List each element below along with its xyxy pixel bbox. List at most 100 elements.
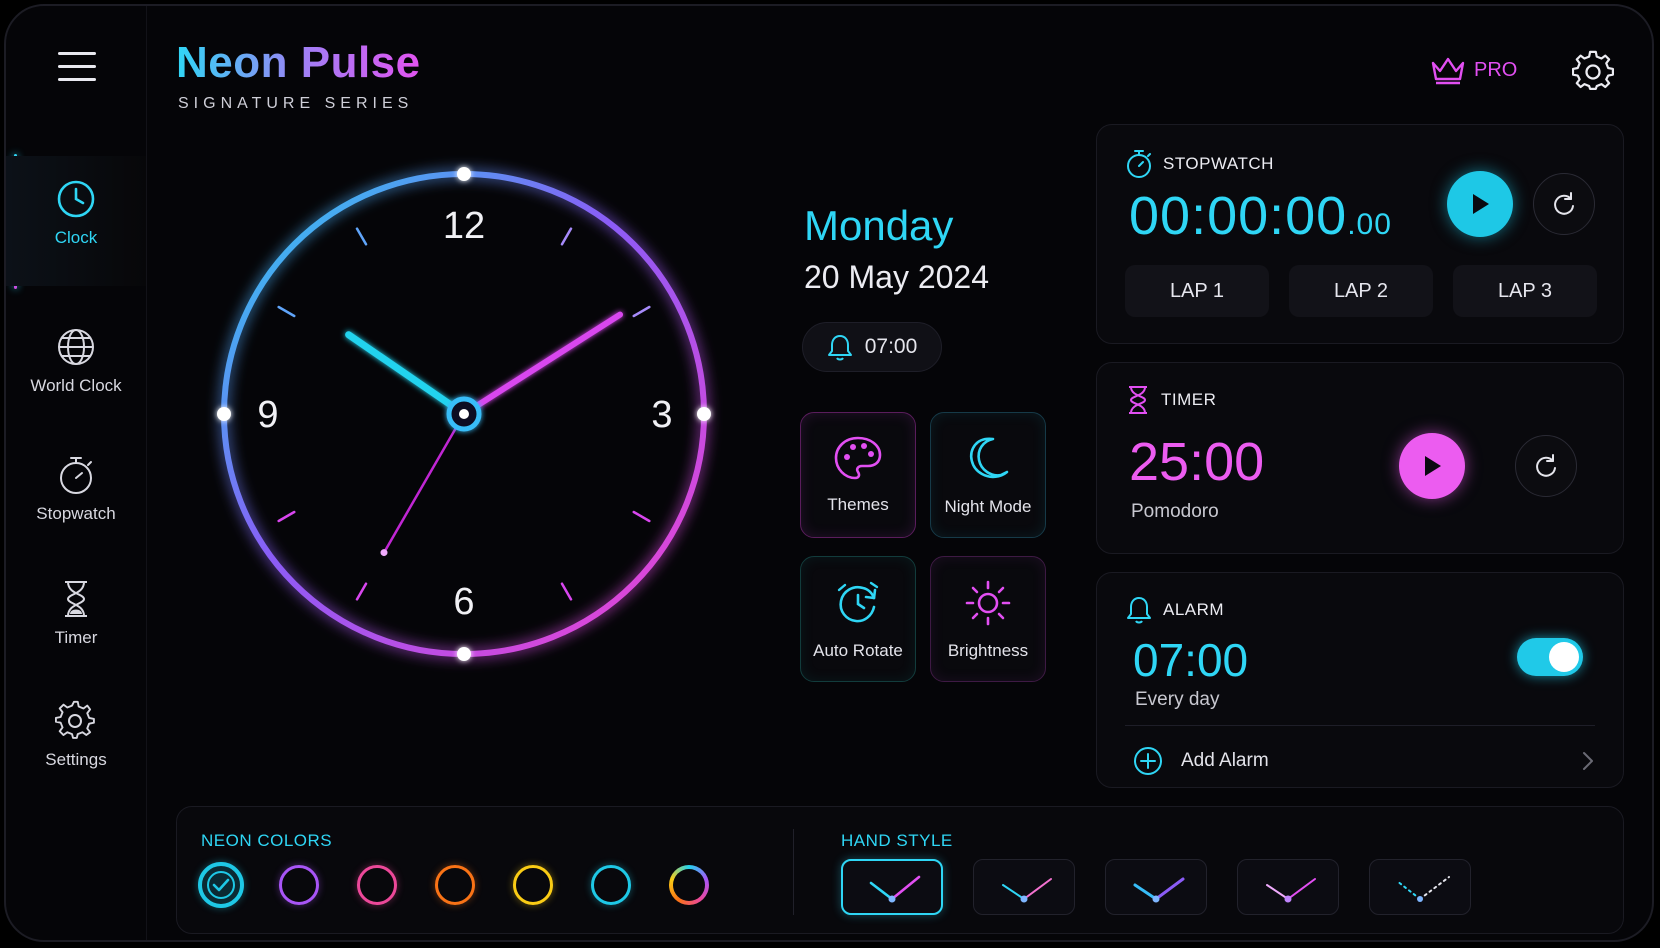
bell-icon [1127,597,1151,624]
sidebar-item-stopwatch[interactable]: Stopwatch [6,436,146,556]
neon-color-swatch[interactable] [279,865,319,905]
alarm-header: ALARM [1125,595,1224,625]
play-icon [1473,194,1489,214]
tile-label: Night Mode [944,497,1032,516]
hand-style-option-5[interactable] [1369,859,1471,915]
timer-time: 25:00 [1129,432,1265,492]
stopwatch-reset-button[interactable] [1533,173,1595,235]
plus-circle-icon [1134,747,1162,775]
second-hand [382,412,466,554]
marker-dot-3 [697,407,711,421]
hour-tick [277,510,296,523]
hour-tick [277,305,296,318]
marker-dot-6 [457,647,471,661]
hand-style-option-3[interactable] [1105,859,1207,915]
hour-tick [632,305,651,318]
hand-style-preview [1266,878,1316,903]
bell-icon [827,335,852,361]
hour-tick [560,227,573,246]
hour-tick [632,510,651,523]
stopwatch-header: STOPWATCH [1125,149,1274,179]
tile-label: Brightness [947,641,1029,660]
hand-style-label: HAND STYLE [841,831,953,850]
night-mode-tile[interactable]: Night Mode [930,412,1046,538]
add-alarm-label: Add Alarm [1181,750,1269,771]
neon-color-swatch[interactable] [198,862,244,908]
sidebar-item-timer[interactable]: Timer [6,558,146,678]
numeral-12: 12 [443,205,485,247]
stopwatch-icon [1127,150,1151,178]
pro-button[interactable]: PRO [1430,50,1517,90]
hourglass-icon [65,581,87,617]
brightness-tile[interactable]: Brightness [930,556,1046,682]
hand-style-preview [1002,878,1052,903]
neon-colors-label: NEON COLORS [201,831,333,850]
sidebar-item-world-clock[interactable]: World Clock [6,306,146,426]
auto-rotate-icon [837,581,879,623]
timer-play-button[interactable] [1399,433,1465,499]
pro-label: PRO [1474,58,1518,81]
tile-label: Auto Rotate [813,641,903,660]
tile-label: Themes [827,495,889,514]
stopwatch-time-main: 00:00:00 [1129,186,1348,246]
themes-tile[interactable]: Themes [800,412,916,538]
auto-rotate-tile[interactable]: Auto Rotate [800,556,916,682]
timer-title: TIMER [1161,390,1217,409]
stopwatch-title: STOPWATCH [1163,154,1274,173]
alarm-repeat: Every day [1135,689,1220,710]
timer-reset-button[interactable] [1515,435,1577,497]
hourglass-icon [1129,386,1147,414]
alarm-title: ALARM [1163,600,1225,619]
sun-icon [965,580,1011,626]
second-hand-tip [380,549,388,557]
neon-color-swatch[interactable] [513,865,553,905]
hand-style-preview [869,875,921,903]
app-title: Neon Pulse [176,38,421,87]
minute-hand [461,311,624,417]
stopwatch-play-button[interactable] [1447,171,1513,237]
hand-style-option-1[interactable] [841,859,943,915]
reset-icon [1554,192,1574,215]
neon-color-swatch[interactable] [357,865,397,905]
sidebar-item-label: World Clock [30,376,122,395]
menu-icon[interactable] [58,52,96,82]
customization-bar: NEON COLORS HAND STYLE [176,806,1624,934]
full-date: 20 May 2024 [804,259,990,295]
hour-tick [560,582,573,601]
stopwatch-time-fraction: .00 [1347,208,1392,241]
moon-icon [969,437,1009,479]
numeral-3: 3 [651,394,672,436]
lap-button-1[interactable]: LAP 1 [1125,265,1269,317]
toggle-knob [1549,642,1579,672]
next-alarm-pill[interactable]: 07:00 [802,322,942,372]
hand-style-preview [1396,876,1450,902]
sidebar-item-label: Clock [54,228,98,247]
alarm-toggle[interactable] [1517,638,1583,676]
play-icon [1425,456,1441,476]
sidebar-item-settings[interactable]: Settings [6,682,146,802]
hand-style-option-4[interactable] [1237,859,1339,915]
weekday: Monday [804,202,954,249]
numeral-6: 6 [453,581,474,623]
timer-header: TIMER [1125,385,1216,415]
neon-color-swatch[interactable] [591,865,631,905]
neon-color-swatch[interactable] [669,865,709,905]
timer-card: TIMER 25:00 Pomodoro [1096,362,1624,554]
add-alarm-button[interactable]: Add Alarm [1133,741,1595,781]
hand-style-preview [1133,877,1185,903]
settings-gear-icon[interactable] [1572,50,1614,92]
sidebar: Clock World Clock Stopwatch Timer Settin… [6,6,147,940]
lap-button-3[interactable]: LAP 3 [1453,265,1597,317]
stopwatch-time: 00:00:00.00 [1129,185,1392,247]
analog-clock: 12 3 6 9 [204,154,724,674]
alarm-card: ALARM 07:00 Every day Add Alarm [1096,572,1624,788]
section-divider [793,829,794,915]
marker-dot-9 [217,407,231,421]
neon-color-swatch[interactable] [435,865,475,905]
gear-icon [55,700,95,739]
hand-style-option-2[interactable] [973,859,1075,915]
sidebar-item-clock[interactable]: Clock [6,156,146,286]
divider [1125,725,1595,726]
alarm-time: 07:00 [1133,634,1249,686]
lap-button-2[interactable]: LAP 2 [1289,265,1433,317]
